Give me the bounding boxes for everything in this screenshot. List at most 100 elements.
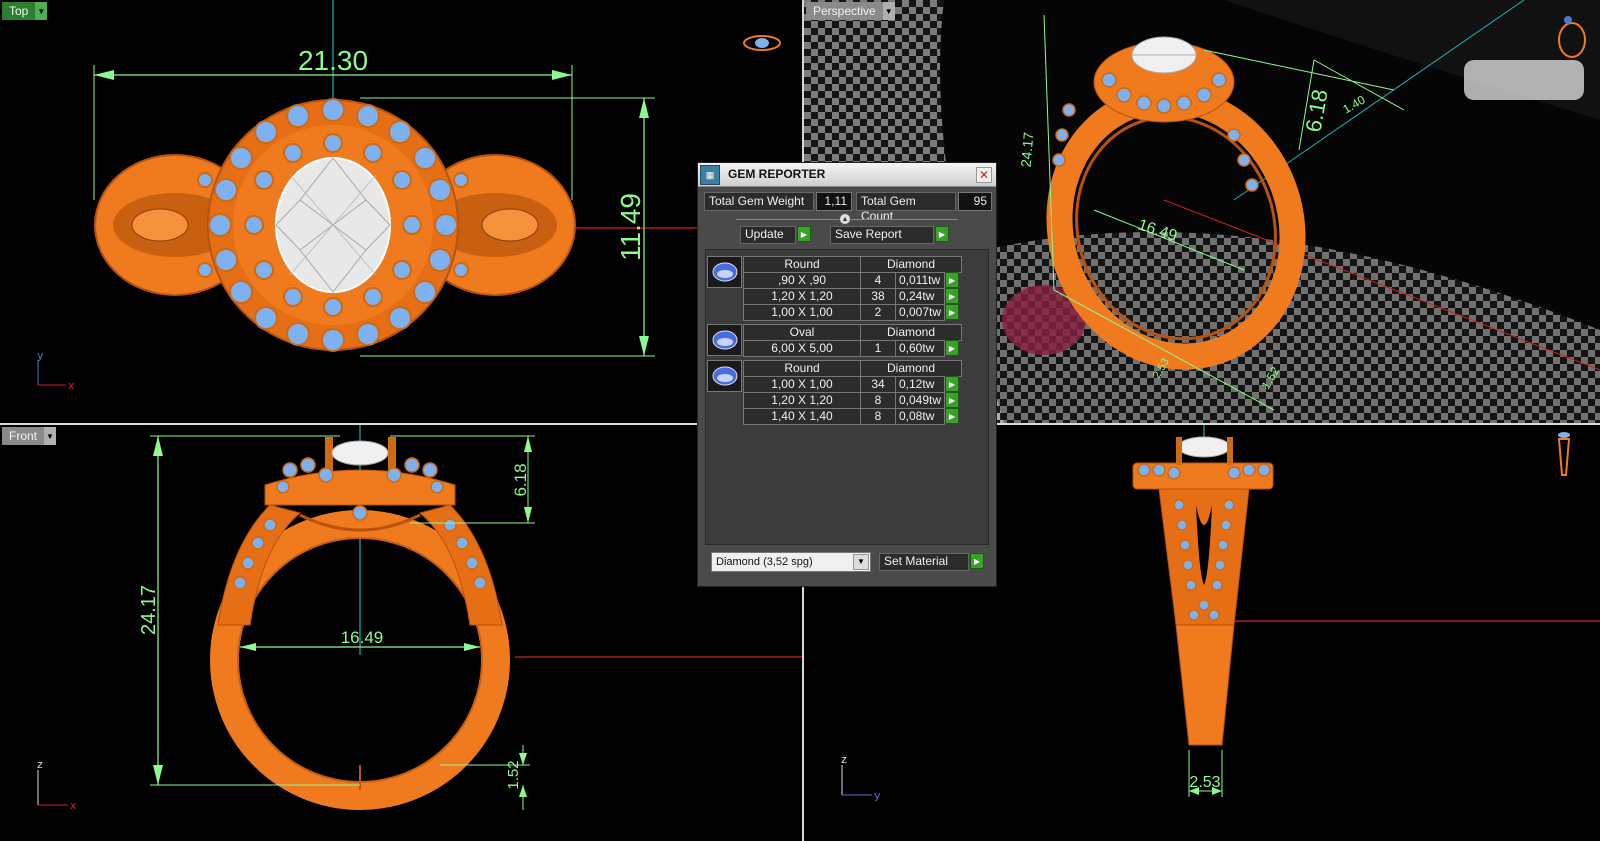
gem-header-row: Round Diamond [743, 256, 962, 273]
gem-size: 1,20 X 1,20 [743, 288, 861, 305]
viewport-label-front[interactable]: Front ▼ [2, 427, 57, 445]
dimension-shank-right: 2.53 [1188, 750, 1223, 797]
gem-size: 6,00 X 5,00 [743, 340, 861, 357]
dim-front-height-label: 24.17 [138, 585, 160, 635]
round-gem-icon[interactable] [707, 360, 742, 392]
svg-text:z: z [841, 753, 847, 766]
total-gem-weight-value: 1,11 [816, 192, 852, 211]
total-gem-count-label: Total Gem Count [856, 192, 956, 223]
dim-right-shank-label: 2.53 [1189, 774, 1220, 791]
gem-shape: Round [743, 360, 861, 377]
gem-weight: 0,011tw [895, 272, 945, 289]
set-material-button[interactable]: Set Material [879, 553, 969, 571]
viewport-label-top[interactable]: Top ▼ [2, 2, 48, 20]
gem-size: 1,20 X 1,20 [743, 392, 861, 409]
gem-weight: 0,007tw [895, 304, 945, 321]
gem-size: 1,40 X 1,40 [743, 408, 861, 425]
viewport-name-perspective[interactable]: Perspective [806, 2, 883, 20]
gem-row[interactable]: 6,00 X 5,00 1 0,60tw ▶ [743, 340, 961, 357]
material-select-value: Diamond (3,52 spg) [716, 556, 813, 568]
gem-reporter-app-icon: ▦ [700, 165, 720, 185]
gem-row[interactable]: 1,20 X 1,20 38 0,24tw ▶ [743, 288, 961, 305]
select-gem-arrow-icon[interactable]: ▶ [945, 392, 959, 408]
chevron-down-icon[interactable]: ▼ [853, 554, 869, 570]
dim-top-width-label: 21.30 [298, 45, 368, 76]
gem-weight: 0,60tw [895, 340, 945, 357]
viewport-name-front[interactable]: Front [2, 427, 45, 445]
select-gem-arrow-icon[interactable]: ▶ [945, 288, 959, 304]
gem-reporter-title: GEM REPORTER [728, 167, 826, 181]
gem-weight: 0,049tw [895, 392, 945, 409]
select-gem-arrow-icon[interactable]: ▶ [945, 304, 959, 320]
axis-gizmo-front: z x [37, 758, 77, 812]
gem-header-row: Round Diamond [743, 360, 962, 377]
gem-row[interactable]: 1,40 X 1,40 8 0,08tw ▶ [743, 408, 961, 425]
svg-text:x: x [70, 799, 77, 812]
gem-row[interactable]: 1,00 X 1,00 2 0,007tw ▶ [743, 304, 961, 321]
gem-count: 38 [860, 288, 896, 305]
material-select[interactable]: Diamond (3,52 spg) ▼ [711, 552, 871, 572]
update-button[interactable]: Update [740, 226, 796, 244]
oval-gem-icon[interactable] [707, 324, 742, 356]
gem-table: Round Diamond 1,00 X 1,00 34 0,12tw ▶ 1,… [743, 360, 962, 425]
dim-front-thickness-label: 1.52 [505, 760, 522, 789]
dim-front-inner-label: 16.49 [341, 628, 384, 647]
chevron-down-icon[interactable]: ▼ [35, 2, 48, 20]
select-gem-arrow-icon[interactable]: ▶ [945, 272, 959, 288]
axis-gizmo-right: z y [841, 753, 881, 802]
viewport-front[interactable]: 24.17 6.18 16.49 1.52 z x Front ▼ [0, 425, 802, 841]
gem-count: 2 [860, 304, 896, 321]
total-gem-count-value: 95 [958, 192, 992, 211]
collapse-icon[interactable]: ▲ [839, 213, 851, 225]
gem-count: 8 [860, 408, 896, 425]
select-gem-arrow-icon[interactable]: ▶ [945, 340, 959, 356]
gem-row[interactable]: ,90 X ,90 4 0,011tw ▶ [743, 272, 961, 289]
update-go-arrow-icon[interactable]: ▶ [797, 226, 811, 242]
select-gem-arrow-icon[interactable]: ▶ [945, 408, 959, 424]
dim-top-height-label: 11.49 [615, 193, 646, 261]
gem-size: 1,00 X 1,00 [743, 376, 861, 393]
save-report-button[interactable]: Save Report [830, 226, 934, 244]
gem-reporter-titlebar[interactable]: ▦ GEM REPORTER ✕ [698, 163, 996, 187]
dim-persp-height: 24.17 [1018, 131, 1037, 168]
view-orientation-ring-icon-right[interactable] [1557, 432, 1571, 476]
gem-count: 1 [860, 340, 896, 357]
gem-row[interactable]: 1,20 X 1,20 8 0,049tw ▶ [743, 392, 961, 409]
axis-gizmo-top: y x [37, 349, 75, 392]
top-view-canvas[interactable]: 21.30 11.49 y x [0, 0, 802, 423]
ring-side-model [1132, 436, 1274, 746]
svg-text:y: y [37, 349, 44, 362]
front-view-canvas[interactable]: 24.17 6.18 16.49 1.52 z x [0, 425, 802, 841]
gem-shape: Round [743, 256, 861, 273]
round-gem-icon[interactable] [707, 256, 742, 288]
dim-front-setting-label: 6.18 [511, 463, 530, 496]
gem-shape: Oval [743, 324, 861, 341]
select-gem-arrow-icon[interactable]: ▶ [945, 376, 959, 392]
dimension-inner-front: 16.49 [240, 628, 480, 651]
viewport-name-top[interactable]: Top [2, 2, 36, 20]
viewport-label-perspective[interactable]: Perspective ▼ [806, 2, 895, 20]
gem-material: Diamond [860, 324, 962, 341]
viewport-top[interactable]: 21.30 11.49 y x Top ▼ [0, 0, 802, 423]
chevron-down-icon[interactable]: ▼ [882, 2, 895, 20]
gem-reporter-dialog[interactable]: ▦ GEM REPORTER ✕ Total Gem Weight 1,11 T… [697, 162, 997, 587]
gem-count: 34 [860, 376, 896, 393]
chevron-down-icon[interactable]: ▼ [44, 427, 57, 445]
view-orientation-ring-icon[interactable] [743, 35, 781, 51]
close-icon[interactable]: ✕ [976, 167, 992, 183]
gem-header-row: Oval Diamond [743, 324, 962, 341]
gem-row[interactable]: 1,00 X 1,00 34 0,12tw ▶ [743, 376, 961, 393]
gem-list[interactable]: Round Diamond ,90 X ,90 4 0,011tw ▶ 1,20… [705, 249, 989, 545]
gem-weight: 0,12tw [895, 376, 945, 393]
set-material-go-arrow-icon[interactable]: ▶ [970, 553, 984, 569]
gem-table: Oval Diamond 6,00 X 5,00 1 0,60tw ▶ [743, 324, 962, 357]
svg-text:y: y [874, 789, 881, 802]
dim-persp-setting-height: 6.18 [1301, 87, 1333, 134]
center-stone-perspective [1131, 36, 1197, 74]
save-report-go-arrow-icon[interactable]: ▶ [935, 226, 949, 242]
center-oval-stone [275, 157, 391, 293]
gem-count: 8 [860, 392, 896, 409]
gem-size: 1,00 X 1,00 [743, 304, 861, 321]
gem-count: 4 [860, 272, 896, 289]
gem-weight: 0,24tw [895, 288, 945, 305]
